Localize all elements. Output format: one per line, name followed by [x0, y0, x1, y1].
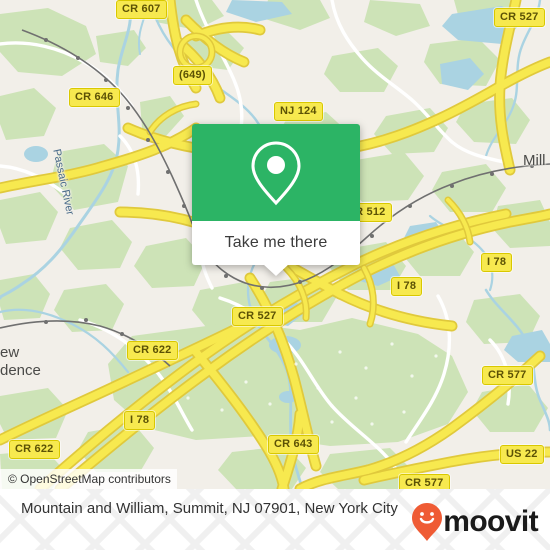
callout-pointer-tail: [263, 264, 289, 276]
callout-icon-area: [192, 124, 360, 221]
place-label: Mill: [523, 152, 546, 169]
road-shield: CR 643: [268, 435, 319, 454]
location-callout[interactable]: Take me there: [192, 124, 360, 276]
road-shield: CR 622: [9, 440, 60, 459]
moovit-smiley-pin-icon: [412, 503, 443, 541]
road-shield: I 78: [391, 277, 423, 296]
map-pin-icon: [251, 140, 301, 205]
road-shield: CR 607: [116, 0, 167, 19]
moovit-wordmark: moovit: [443, 505, 538, 538]
take-me-there-label: Take me there: [224, 234, 328, 251]
road-shield: CR 577: [399, 474, 450, 489]
road-shield: (649): [173, 66, 212, 85]
road-shield: I 78: [124, 411, 156, 430]
place-label: ew: [0, 344, 20, 361]
map-canvas[interactable]: CR 607 CR 527 (649) CR 646 NJ 124 CR 512…: [0, 0, 550, 489]
road-shield: CR 622: [127, 341, 178, 360]
road-shield: CR 646: [69, 88, 120, 107]
address-text: Mountain and William, Summit, NJ 07901, …: [21, 500, 398, 517]
road-shield: I 78: [481, 253, 513, 272]
footer-bar: Mountain and William, Summit, NJ 07901, …: [0, 489, 550, 550]
road-shield: NJ 124: [274, 102, 323, 121]
road-shield: CR 577: [482, 366, 533, 385]
road-shield: CR 527: [232, 307, 283, 326]
moovit-logo[interactable]: moovit: [412, 503, 539, 541]
callout-action-area[interactable]: Take me there: [192, 221, 360, 276]
place-label: dence: [0, 362, 41, 379]
road-shield: US 22: [500, 445, 544, 464]
osm-attribution[interactable]: © OpenStreetMap contributors: [0, 469, 177, 489]
road-shield: CR 527: [494, 8, 545, 27]
map-screenshot: CR 607 CR 527 (649) CR 646 NJ 124 CR 512…: [0, 0, 550, 550]
